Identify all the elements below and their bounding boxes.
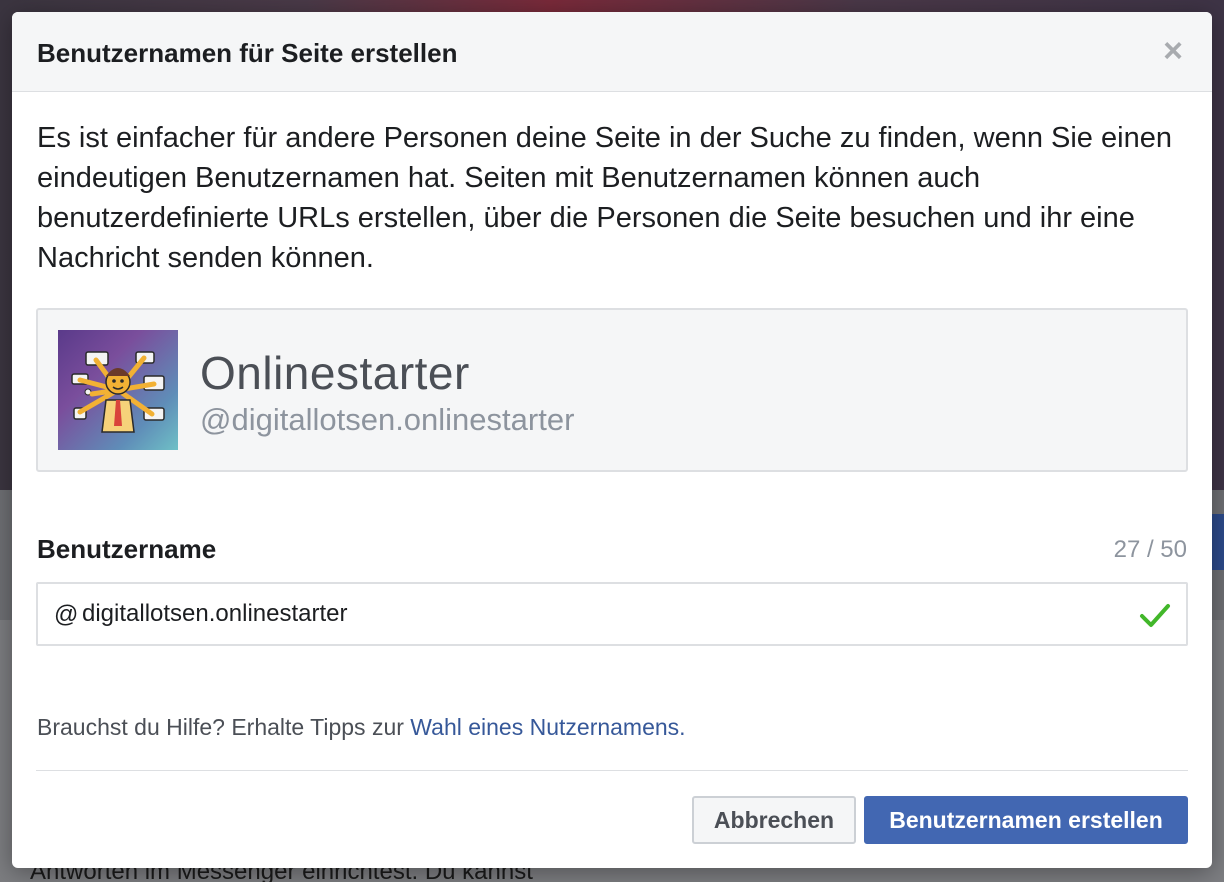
username-input-wrapper[interactable]: @ xyxy=(36,582,1188,646)
page-preview: Onlinestarter @digitallotsen.onlinestart… xyxy=(36,308,1188,472)
avatar-illustration-icon xyxy=(71,351,165,433)
help-text: Brauchst du Hilfe? Erhalte Tipps zur Wah… xyxy=(37,714,686,741)
help-label: Brauchst du Hilfe? Erhalte Tipps zur xyxy=(37,714,411,740)
dialog-intro: Es ist einfacher für andere Personen dei… xyxy=(37,122,1172,274)
background-blue-button xyxy=(1212,514,1224,570)
create-username-button[interactable]: Benutzernamen erstellen xyxy=(864,796,1188,844)
preview-page-name: Onlinestarter xyxy=(200,347,470,399)
cancel-button[interactable]: Abbrechen xyxy=(692,796,856,844)
username-label: Benutzername xyxy=(37,534,217,564)
username-input[interactable] xyxy=(82,592,1122,636)
checkmark-icon xyxy=(1140,604,1170,627)
character-counter: 27 / 50 xyxy=(1113,536,1187,563)
dialog-title: Benutzernamen für Seite erstellen xyxy=(37,38,458,68)
close-icon[interactable]: × xyxy=(1158,34,1188,68)
username-dialog: Benutzernamen für Seite erstellen × Es i… xyxy=(12,12,1212,868)
help-link[interactable]: Wahl eines Nutzernamens. xyxy=(410,714,685,740)
dialog-header: Benutzernamen für Seite erstellen × xyxy=(12,12,1212,92)
at-prefix: @ xyxy=(54,601,79,628)
footer-divider xyxy=(36,770,1188,771)
page-avatar xyxy=(58,330,178,450)
preview-page-handle: @digitallotsen.onlinestarter xyxy=(200,402,575,437)
